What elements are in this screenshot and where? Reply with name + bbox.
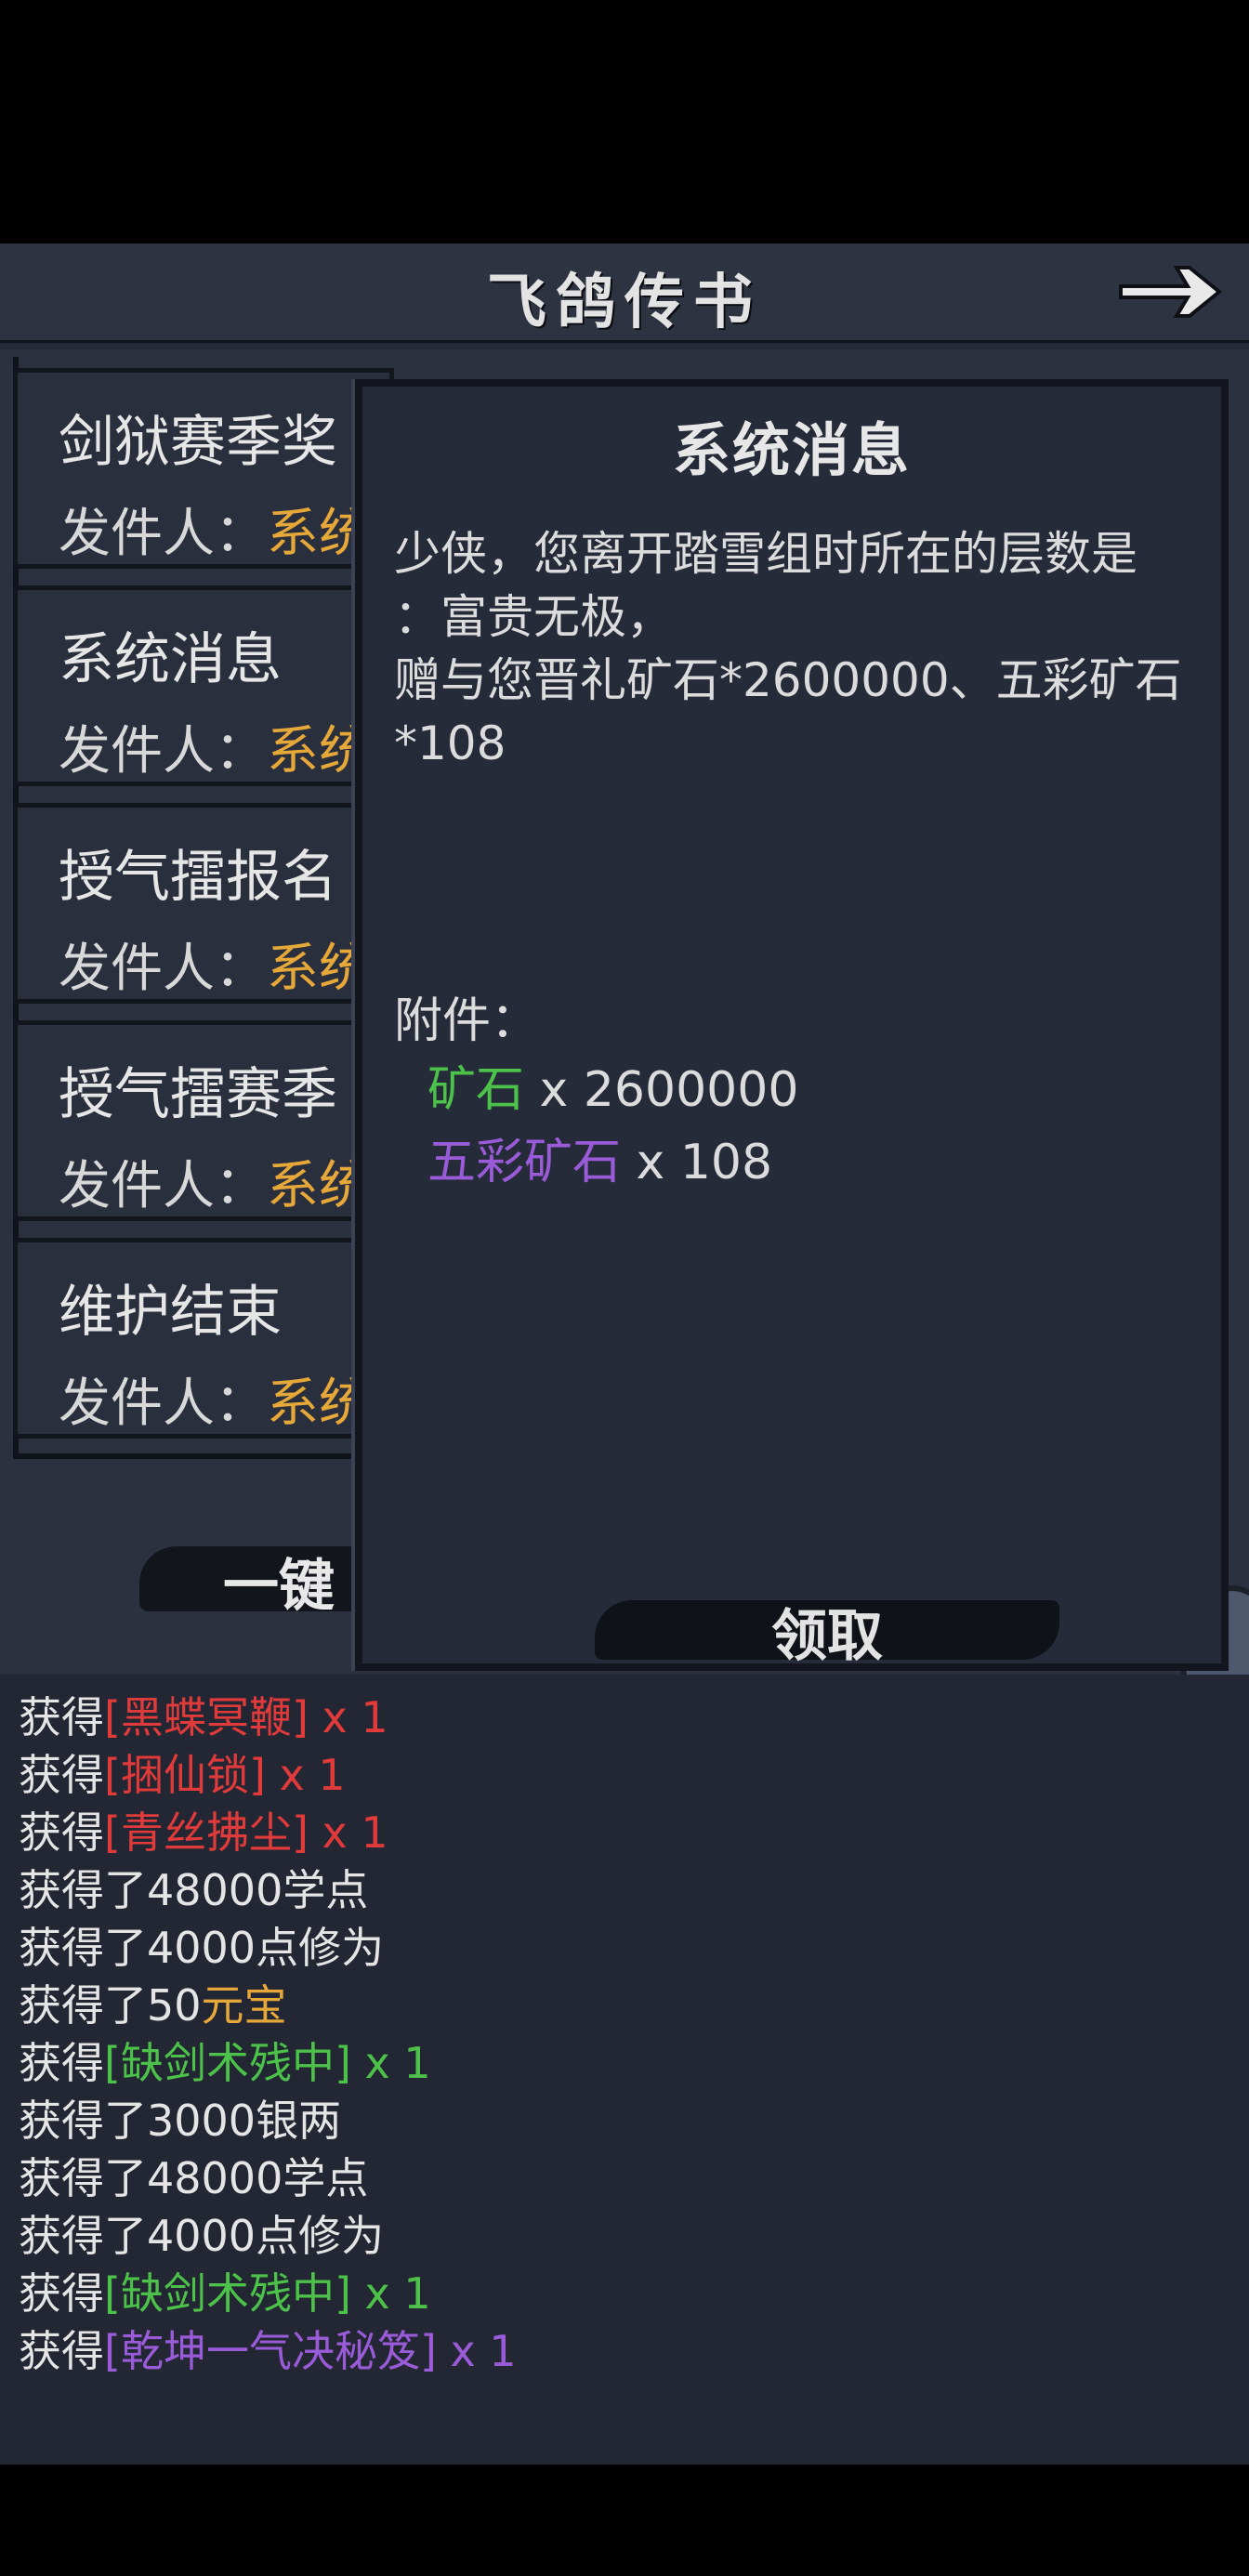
log-suffix: x 1 <box>350 2038 431 2088</box>
mail-sender: 发件人：系统 <box>59 492 371 564</box>
attachment-name: 矿石 <box>427 1062 525 1118</box>
right-arrow-icon <box>1119 266 1223 318</box>
back-button[interactable] <box>1115 255 1227 329</box>
attachment-item[interactable]: 五彩矿石 x 108 <box>427 1123 772 1192</box>
mail-item[interactable]: 授气擂赛季 发件人：系统 <box>13 1020 394 1221</box>
sender-label: 发件人： <box>59 721 267 782</box>
attachment-qty: x 2600000 <box>524 1062 799 1118</box>
log-line: 获得[黑蝶冥鞭] x 1 <box>19 1684 388 1745</box>
log-line: 获得[捆仙锁] x 1 <box>19 1741 346 1803</box>
body-line: ：富贵无极， <box>394 590 673 644</box>
attachment-qty: x 108 <box>621 1135 773 1190</box>
detail-body: 少侠，您离开踏雪组时所在的层数是 ：富贵无极， 赠与您晋礼矿石*2600000、… <box>394 522 1221 775</box>
mail-item[interactable]: 维护结束 发件人：系统 <box>13 1238 394 1439</box>
sender-label: 发件人： <box>59 939 267 999</box>
log-item: 元宝 <box>201 1980 287 2031</box>
mail-sender: 发件人：系统 <box>59 709 371 782</box>
log-item: [黑蝶冥鞭] <box>104 1692 309 1742</box>
log-suffix: x 1 <box>265 1750 346 1800</box>
mail-item[interactable]: 授气擂报名 发件人：系统 <box>13 803 394 1004</box>
body-line: 少侠，您离开踏雪组时所在的层数是 <box>394 527 1137 581</box>
mail-item[interactable]: 系统消息 发件人：系统 <box>13 585 394 786</box>
mail-sender: 发件人：系统 <box>59 927 371 999</box>
mail-title: 系统消息 <box>59 627 282 692</box>
mail-item[interactable]: 剑狱赛季奖 发件人：系统 <box>13 368 394 569</box>
log-prefix: 获得了4000点修为 <box>19 2211 385 2261</box>
body-line: *108 <box>394 716 506 770</box>
sender-label: 发件人： <box>59 1156 267 1216</box>
log-line: 获得[青丝拂尘] x 1 <box>19 1799 388 1860</box>
log-line: 获得了4000点修为 <box>19 1914 384 1976</box>
mail-title: 维护结束 <box>59 1280 282 1345</box>
sender-label: 发件人： <box>59 504 267 564</box>
mail-detail-popup: 系统消息 少侠，您离开踏雪组时所在的层数是 ：富贵无极， 赠与您晋礼矿石*260… <box>355 379 1229 1671</box>
log-item: [青丝拂尘] <box>104 1807 309 1858</box>
log-prefix: 获得了48000学点 <box>19 2153 369 2203</box>
log-prefix: 获得 <box>19 1807 104 1858</box>
log-prefix: 获得了4000点修为 <box>19 1923 385 1973</box>
mail-title: 剑狱赛季奖 <box>59 410 337 475</box>
log-line: 获得了48000学点 <box>19 1857 368 1918</box>
log-line: 获得[乾坤一气决秘笈] x 1 <box>19 2318 517 2379</box>
log-suffix: x 1 <box>308 1692 388 1742</box>
log-suffix: x 1 <box>350 2268 431 2319</box>
claim-button[interactable]: 领取 <box>595 1585 1059 1669</box>
log-prefix: 获得了3000银两 <box>19 2096 342 2146</box>
mail-title: 授气擂赛季 <box>59 1062 337 1127</box>
log-line: 获得了48000学点 <box>19 2145 368 2206</box>
attachment-item[interactable]: 矿石 x 2600000 <box>427 1050 798 1120</box>
log-item: [缺剑术残中] <box>104 2038 351 2088</box>
log-prefix: 获得了50 <box>19 1980 202 2031</box>
log-item: [乾坤一气决秘笈] <box>104 2326 437 2376</box>
log-prefix: 获得 <box>19 2038 104 2088</box>
attachments-label: 附件： <box>394 993 540 1049</box>
log-prefix: 获得 <box>19 1750 104 1800</box>
log-prefix: 获得了48000学点 <box>19 1865 369 1915</box>
mail-sender: 发件人：系统 <box>59 1361 371 1434</box>
log-item: [缺剑术残中] <box>104 2268 351 2319</box>
log-suffix: x 1 <box>436 2326 517 2376</box>
claim-all-label: 一键 <box>223 1554 335 1619</box>
log-prefix: 获得 <box>19 2326 104 2376</box>
mail-title: 授气擂报名 <box>59 845 337 910</box>
claim-label: 领取 <box>771 1604 883 1669</box>
mail-sender: 发件人：系统 <box>59 1144 371 1216</box>
attachment-name: 五彩矿石 <box>427 1135 622 1190</box>
detail-title: 系统消息 <box>672 416 911 484</box>
log-line: 获得了3000银两 <box>19 2087 341 2149</box>
log-item: [捆仙锁] <box>104 1750 266 1800</box>
title-bar: 飞鸽传书 <box>0 243 1249 343</box>
reward-log: 获得[黑蝶冥鞭] x 1 获得[捆仙锁] x 1 获得[青丝拂尘] x 1 获得… <box>0 1675 1249 2464</box>
log-line: 获得了4000点修为 <box>19 2202 384 2264</box>
game-screen: 飞鸽传书 剑狱赛季奖 发件人：系统 系统消息 发件人：系统 授气擂报名 发件人：… <box>0 243 1249 2464</box>
log-prefix: 获得 <box>19 2268 104 2319</box>
sender-label: 发件人： <box>59 1373 267 1434</box>
log-line: 获得[缺剑术残中] x 1 <box>19 2260 431 2321</box>
page-title: 飞鸽传书 <box>487 268 762 337</box>
log-suffix: x 1 <box>308 1807 388 1858</box>
log-line: 获得了50元宝 <box>19 1972 287 2033</box>
log-prefix: 获得 <box>19 1692 104 1742</box>
body-line: 赠与您晋礼矿石*2600000、五彩矿石 <box>394 653 1182 707</box>
log-line: 获得[缺剑术残中] x 1 <box>19 2030 431 2091</box>
